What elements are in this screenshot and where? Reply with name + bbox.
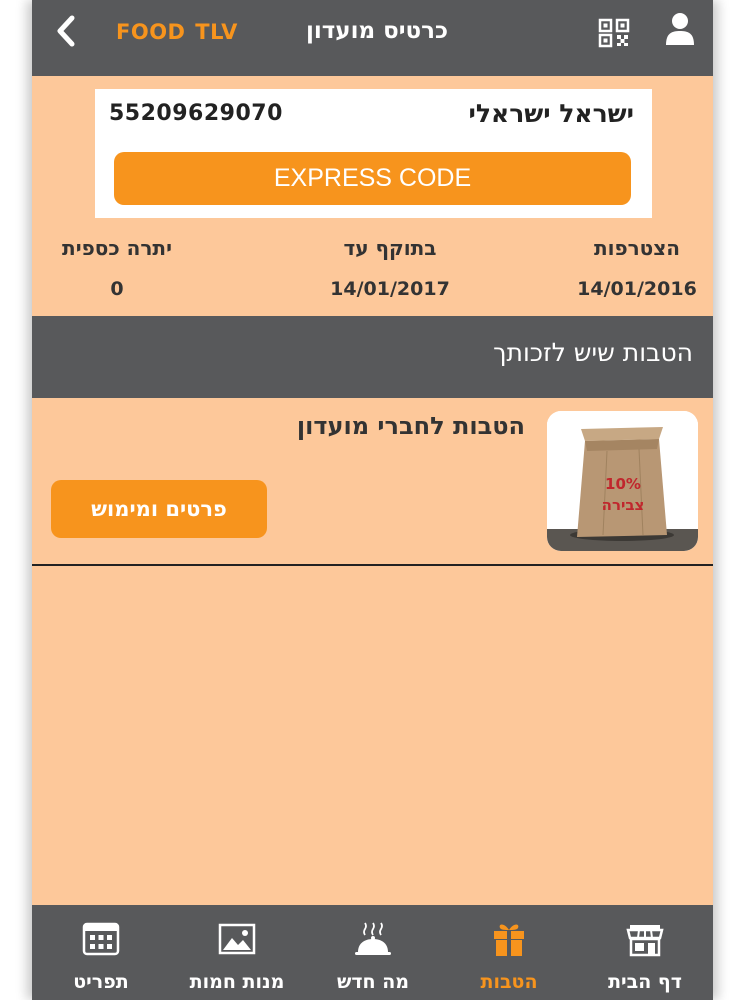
nav-label-whats-new: מה חדש xyxy=(336,971,410,993)
benefits-section-header: הטבות שיש לזכותך xyxy=(32,316,713,398)
benefit-image: 10% צבירה xyxy=(547,411,698,551)
valid-until-info: בתוקף עד 14/01/2017 xyxy=(315,236,465,300)
benefit-title: הטבות לחברי מועדון xyxy=(296,412,525,440)
top-bar: FOOD TLV כרטיס מועדון xyxy=(32,0,713,76)
section-title: הטבות שיש לזכותך xyxy=(493,338,693,367)
express-code-button[interactable]: EXPRESS CODE xyxy=(114,152,631,205)
image-icon xyxy=(218,923,256,955)
serving-dish-icon xyxy=(355,922,391,955)
member-card: ישראל ישראלי 55209629070 EXPRESS CODE xyxy=(95,89,652,218)
benefit-item[interactable]: 10% צבירה הטבות לחברי מועדון פרטים ומימו… xyxy=(32,398,713,566)
bag-text-accumulate: צבירה xyxy=(602,496,645,514)
qr-code-button[interactable] xyxy=(598,18,630,48)
joined-value: 14/01/2016 xyxy=(577,278,697,300)
member-name: ישראל ישראלי xyxy=(468,99,634,128)
logo-tlv: TLV xyxy=(195,20,238,44)
member-number: 55209629070 xyxy=(109,101,283,126)
valid-until-label: בתוקף עד xyxy=(343,236,437,260)
bag-text-percent: 10% xyxy=(605,475,641,493)
paper-bag-image: 10% צבירה xyxy=(547,411,698,551)
joined-info: הצטרפות 14/01/2016 xyxy=(572,236,702,300)
nav-label-menu: תפריט xyxy=(73,971,129,993)
nav-item-menu[interactable]: תפריט xyxy=(33,905,169,1000)
joined-label: הצטרפות xyxy=(593,236,681,260)
back-button[interactable] xyxy=(52,14,82,48)
app-screen: FOOD TLV כרטיס מועדון ישראל ישראלי 55209… xyxy=(32,0,713,1000)
nav-label-benefits: הטבות xyxy=(480,971,538,993)
calendar-menu-icon xyxy=(82,922,120,956)
nav-item-hot-dishes[interactable]: מנות חמות xyxy=(169,905,305,1000)
valid-until-value: 14/01/2017 xyxy=(330,278,450,300)
nav-item-whats-new[interactable]: מה חדש xyxy=(305,905,441,1000)
balance-info: יתרה כספית 0 xyxy=(62,236,172,300)
balance-label: יתרה כספית xyxy=(62,236,172,260)
page-title: כרטיס מועדון xyxy=(305,18,449,44)
logo-food: FOOD xyxy=(116,20,186,44)
gift-icon xyxy=(494,924,524,956)
nav-label-home: דף הבית xyxy=(608,971,682,993)
nav-label-hot-dishes: מנות חמות xyxy=(189,971,285,993)
user-icon xyxy=(666,13,694,45)
user-profile-button[interactable] xyxy=(664,12,696,46)
chevron-left-icon xyxy=(57,15,75,47)
nav-item-home[interactable]: דף הבית xyxy=(577,905,713,1000)
app-logo: FOOD TLV xyxy=(116,20,238,44)
details-redeem-button[interactable]: פרטים ומימוש xyxy=(51,480,267,538)
qr-code-icon xyxy=(598,18,630,48)
balance-value: 0 xyxy=(110,278,124,300)
nav-item-benefits[interactable]: הטבות xyxy=(441,905,577,1000)
bottom-nav: דף הבית הטבות מה חדש מנות חמות תפריט xyxy=(32,905,713,1000)
storefront-icon xyxy=(626,925,664,957)
